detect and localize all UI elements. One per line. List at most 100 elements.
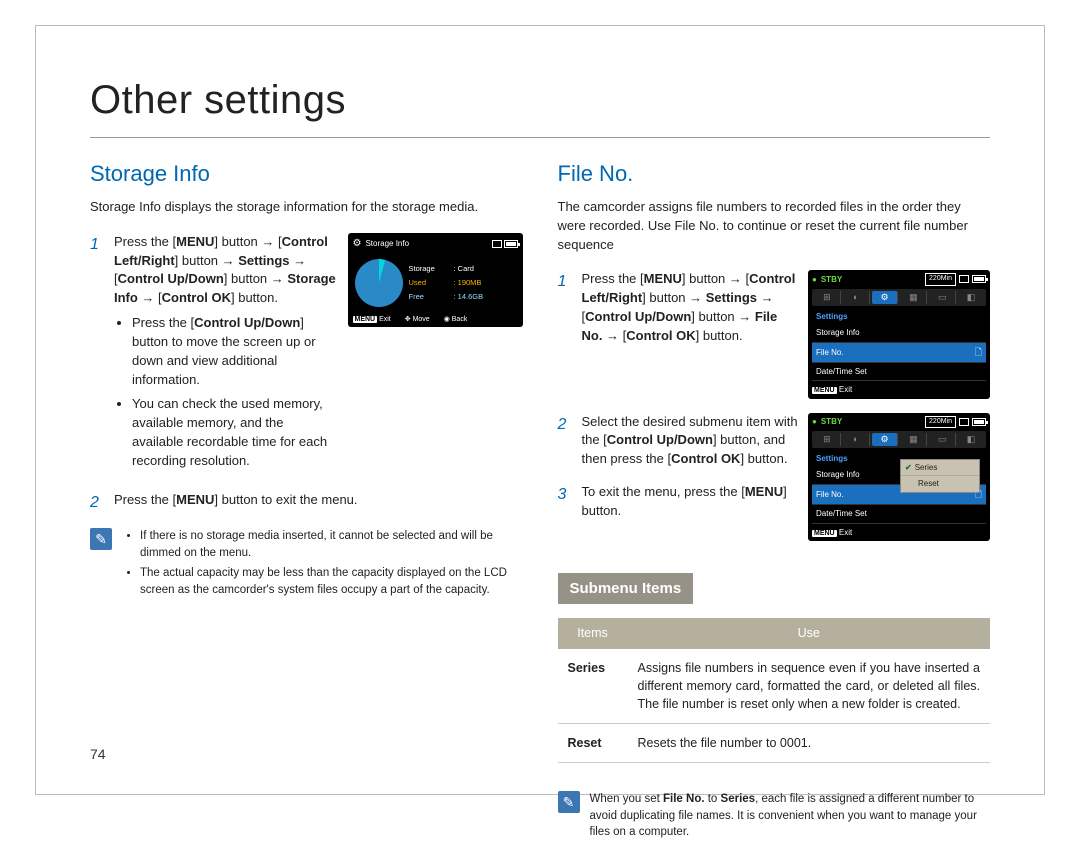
step-number: 2 [558,413,572,470]
note-icon: ✎ [558,791,580,813]
storage-info-heading: Storage Info [90,158,523,190]
page-title: Other settings [90,71,990,129]
used-label: Used [409,278,454,289]
settings-tab-icon: ⚙ [872,291,899,304]
page-number: 74 [90,744,106,764]
tab-icon: ◧ [958,291,984,304]
storage-info-intro: Storage Info displays the storage inform… [90,198,523,217]
step-1: 1 Press the [MENU] button → [Control Lef… [558,270,799,345]
note-box: ✎ When you set File No. to Series, each … [558,791,991,841]
tab-icon: ▦ [900,433,927,446]
two-column-layout: Storage Info Storage Info displays the s… [90,158,990,841]
file-no-heading: File No. [558,158,991,190]
file-no-note: When you set File No. to Series, each fi… [590,791,991,841]
lcd-file-no-submenu: ● STBY 220Min ⊞ ◐ ⚙ ▦ ▭ ◧ [808,413,990,541]
time-remaining: 220Min [925,416,956,428]
step1-bullet-2: You can check the used memory, available… [132,395,338,470]
tab-icons: ⊞ ◐ ⚙ ▦ ▭ ◧ [812,431,986,448]
manual-page: Other settings Storage Info Storage Info… [35,25,1045,795]
used-value: : 190MB [454,278,484,289]
step-number: 2 [90,491,104,514]
menu-row: Date/Time Set [812,505,986,524]
tab-icons: ⊞ ◐ ⚙ ▦ ▭ ◧ [812,289,986,306]
divider [90,137,990,138]
sd-card-icon [492,240,502,248]
table-header-items: Items [558,618,628,648]
lcd-title: Storage Info [365,238,409,250]
menu-button-label: MENU [353,316,378,323]
gear-icon: ⚙ [353,237,362,252]
item-reset: Reset [558,723,628,762]
step-number: 1 [558,270,572,345]
submenu-popup: ✔Series Reset [900,459,980,493]
rec-icon: ● [812,274,817,286]
use-reset: Resets the file number to 0001. [628,723,991,762]
menu-button-label: MENU [812,530,837,537]
r-step2-text: Select the desired submenu item with the… [582,413,799,470]
tab-icon: ⊞ [814,291,841,304]
step-number: 1 [90,233,104,477]
settings-tab-icon: ⚙ [872,433,899,446]
table-header-use: Use [628,618,991,648]
note-bullet-2: The actual capacity may be less than the… [140,565,523,598]
battery-icon [504,240,518,248]
right-column: File No. The camcorder assigns file numb… [558,158,991,841]
use-series: Assigns file numbers in sequence even if… [628,649,991,724]
tab-icon: ⊞ [814,433,841,446]
step-3: 3 To exit the menu, press the [MENU] but… [558,483,799,521]
menu-row: Date/Time Set [812,363,986,382]
table-row: Reset Resets the file number to 0001. [558,723,991,762]
r-step1-text: Press the [MENU] button → [Control Left/… [582,270,799,345]
r-step3-text: To exit the menu, press the [MENU] butto… [582,483,799,521]
battery-icon [972,418,986,426]
stby-label: STBY [821,274,842,286]
step2-text: Press the [MENU] button to exit the menu… [114,491,523,514]
table-row: Series Assigns file numbers in sequence … [558,649,991,724]
file-no-intro: The camcorder assigns file numbers to re… [558,198,991,255]
item-series: Series [558,649,628,724]
tab-icon: ▭ [929,433,956,446]
step-2: 2 Select the desired submenu item with t… [558,413,799,470]
note-bullet-1: If there is no storage media inserted, i… [140,528,523,561]
move-icon: ✥ [405,316,411,323]
menu-row: Storage Info [812,324,986,343]
pie-chart-icon [355,259,403,307]
tab-icon: ◐ [843,291,870,304]
tab-icon: ◐ [843,433,870,446]
battery-icon [972,275,986,283]
lcd-file-no-menu: ● STBY 220Min ⊞ ◐ ⚙ ▦ ▭ ◧ [808,270,990,398]
document-icon: 🗋 [975,346,982,359]
storage-values: Storage : Card Used : 190MB Free : 14.6G… [409,264,484,303]
popup-row-reset: Reset [901,476,979,492]
lcd-footer: MENU Exit ✥ Move ◉ Back [353,315,518,325]
sd-card-icon [959,418,969,426]
free-value: : 14.6GB [454,292,484,303]
step-2: 2 Press the [MENU] button to exit the me… [90,491,523,514]
check-icon: ✔ [905,462,912,474]
popup-row-series: ✔Series [901,460,979,477]
stby-label: STBY [821,416,842,428]
tab-icon: ▦ [900,291,927,304]
tab-icon: ▭ [929,291,956,304]
note-icon: ✎ [90,528,112,550]
storage-label: Storage [409,264,454,275]
menu-row-selected: File No. 🗋 [812,343,986,363]
free-label: Free [409,292,454,303]
lcd-storage-info: ⚙ Storage Info Storage : Card Used : 190… [348,233,523,328]
tab-icon: ◧ [958,433,984,446]
settings-header: Settings [812,309,986,325]
step-1: 1 Press the [MENU] button → [Control Lef… [90,233,338,477]
note-box: ✎ If there is no storage media inserted,… [90,528,523,603]
submenu-table: Items Use Series Assigns file numbers in… [558,618,991,763]
step1-bullet-1: Press the [Control Up/Down] button to mo… [132,314,338,389]
step-number: 3 [558,483,572,521]
rec-icon: ● [812,416,817,428]
time-remaining: 220Min [925,273,956,285]
step1-text: Press the [MENU] button → [Control Left/… [114,234,336,306]
menu-button-label: MENU [812,387,837,394]
lcd-header: ⚙ Storage Info [353,237,518,252]
left-column: Storage Info Storage Info displays the s… [90,158,523,841]
back-icon: ◉ [444,316,450,323]
sd-card-icon [959,275,969,283]
storage-value: : Card [454,264,484,275]
